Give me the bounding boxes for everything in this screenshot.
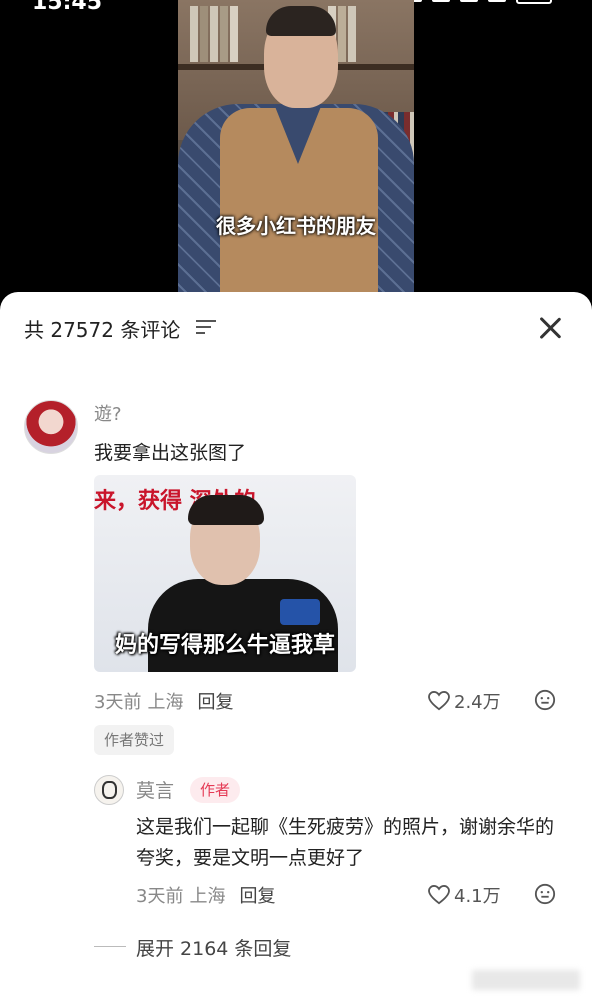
books — [190, 6, 238, 62]
speaker-hair — [266, 6, 336, 36]
heart-icon — [428, 885, 450, 905]
emoji-reaction-icon[interactable] — [534, 883, 556, 905]
comments-header: 共 27572 条评论 — [0, 292, 592, 362]
comment-count-title: 共 27572 条评论 — [24, 318, 181, 342]
avatar[interactable] — [24, 400, 78, 454]
like-button[interactable]: 2.4万 — [428, 688, 501, 714]
reply-button[interactable]: 回复 — [239, 882, 275, 908]
video-player[interactable]: 很多小红书的朋友 — [178, 0, 414, 292]
close-icon[interactable] — [536, 314, 564, 342]
microphone-icon — [280, 599, 320, 625]
author-liked-badge: 作者赞过 — [94, 725, 175, 755]
video-subtitle: 很多小红书的朋友 — [216, 214, 376, 238]
emoji-reaction-icon[interactable] — [534, 689, 556, 711]
comment-image[interactable]: 来，获得 深处的 妈的写得那么牛逼我草 — [94, 475, 356, 672]
status-icons: 100 — [404, 0, 552, 12]
wifi-icon — [432, 0, 450, 2]
like-count: 4.1万 — [454, 886, 501, 907]
expand-replies-button[interactable]: 展开 2164 条回复 — [136, 934, 291, 961]
reply-location: 上海 — [189, 886, 226, 907]
comment-location: 上海 — [147, 692, 184, 713]
comment-text: 我要拿出这张图了 — [94, 442, 247, 464]
signal-icon — [460, 0, 478, 2]
author-tag: 作者 — [190, 777, 241, 803]
comment-time: 3天前 — [94, 692, 142, 713]
reply-text: 这是我们一起聊《生死疲劳》的照片，谢谢余华的夸奖，要是文明一点更好了 — [136, 816, 555, 869]
sort-filter-icon[interactable] — [196, 320, 216, 336]
comment-username[interactable]: 遊? — [94, 400, 122, 426]
watermark — [472, 970, 580, 990]
heart-icon — [428, 691, 450, 711]
reply-username[interactable]: 莫言 — [136, 776, 174, 803]
reply-button[interactable]: 回复 — [197, 688, 233, 714]
signal-icon — [488, 0, 506, 2]
comment-meta: 3天前 上海 回复 — [94, 688, 233, 714]
like-count: 2.4万 — [454, 692, 501, 713]
reply-meta: 3天前 上海 回复 — [136, 882, 275, 908]
expand-divider — [94, 946, 126, 947]
status-time: 15:45 — [32, 0, 103, 15]
reply-time: 3天前 — [136, 886, 184, 907]
avatar[interactable] — [94, 775, 124, 805]
like-button[interactable]: 4.1万 — [428, 882, 501, 908]
comments-panel: 共 27572 条评论 遊? 我要拿出这张图了 来，获得 深处的 妈的写得那么牛… — [0, 292, 592, 1000]
battery-icon: 100 — [516, 0, 552, 4]
image-caption: 妈的写得那么牛逼我草 — [114, 633, 335, 658]
